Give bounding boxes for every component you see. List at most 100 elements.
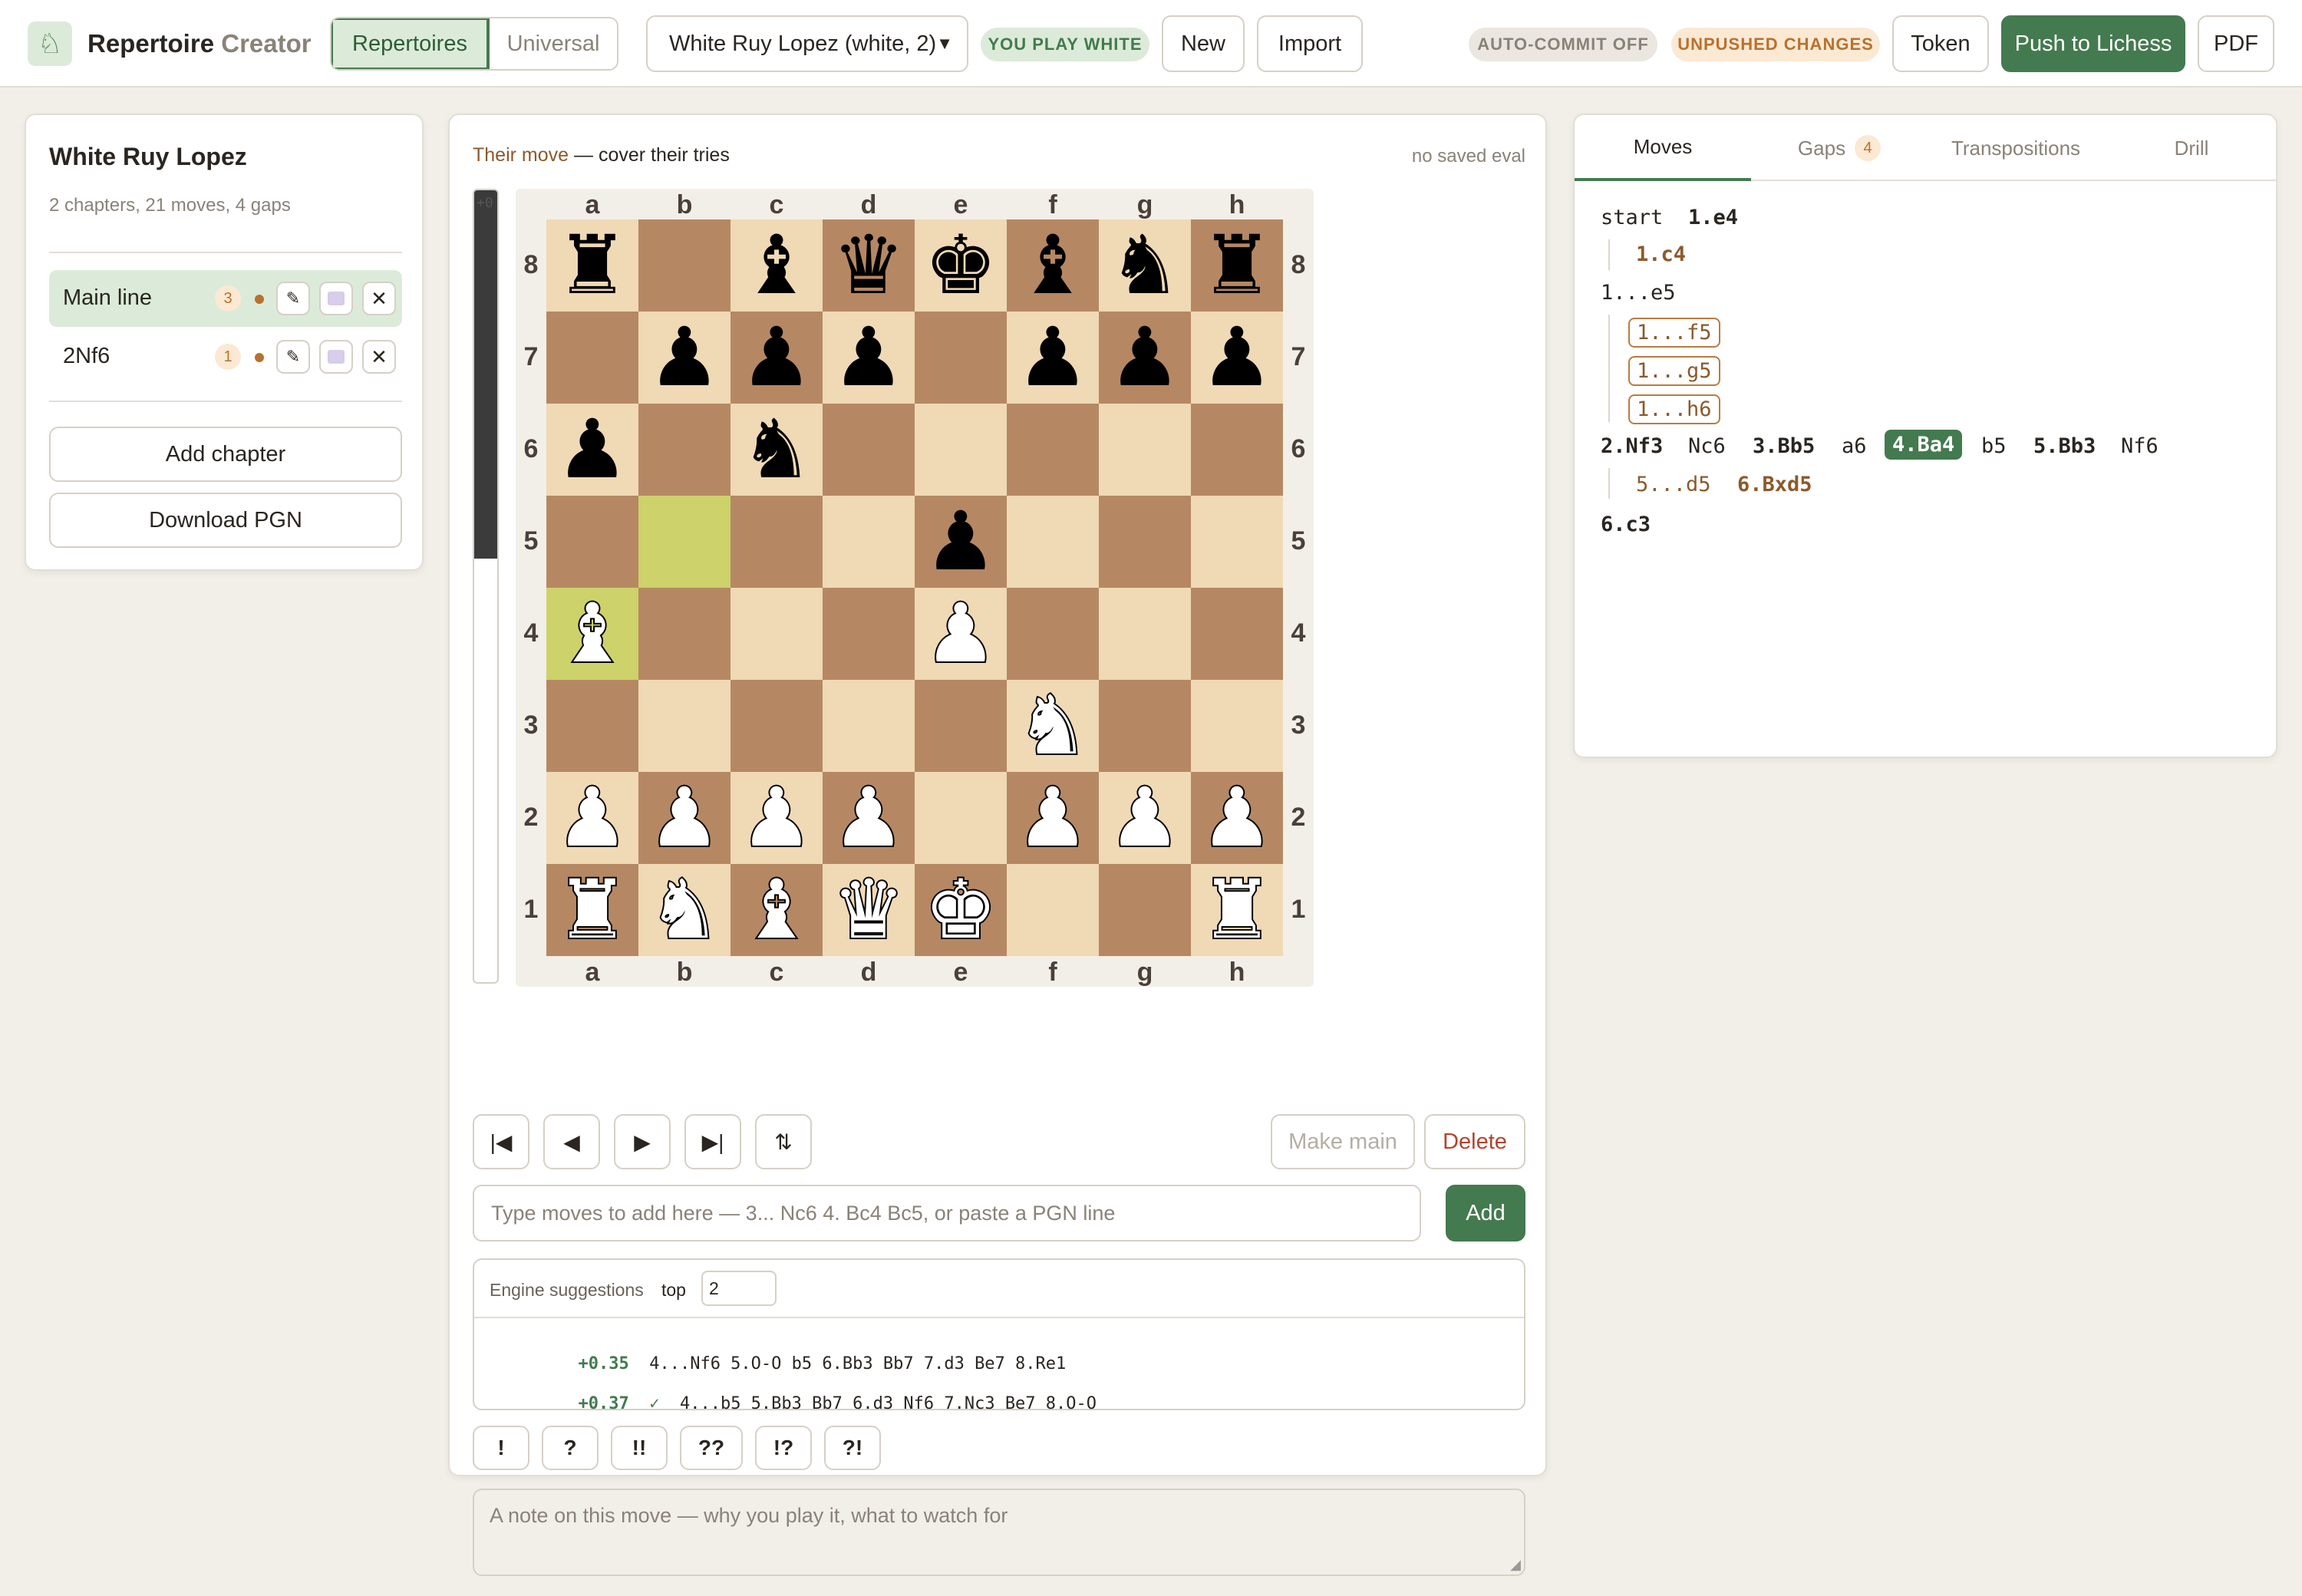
square-g5[interactable] bbox=[1099, 496, 1191, 588]
white-knight-icon[interactable]: ♞ bbox=[638, 864, 731, 956]
black-knight-icon[interactable]: ♞ bbox=[1099, 219, 1191, 312]
repertoire-select[interactable]: White Ruy Lopez (white, 2) ▼ bbox=[646, 15, 968, 72]
tree-move[interactable]: Nf6 bbox=[2121, 434, 2159, 458]
tree-move[interactable]: 1...e5 bbox=[1601, 281, 1676, 305]
square-h3[interactable] bbox=[1191, 680, 1283, 772]
edit-chapter-button[interactable]: ✎ bbox=[276, 282, 310, 315]
white-pawn-icon[interactable]: ♟ bbox=[823, 772, 915, 864]
delete-chapter-button[interactable]: ✕ bbox=[362, 340, 396, 374]
square-f4[interactable] bbox=[1007, 588, 1099, 680]
tree-move[interactable]: 6.c3 bbox=[1601, 513, 1651, 536]
black-pawn-icon[interactable]: ♟ bbox=[546, 404, 638, 496]
gap-move[interactable]: 1...h6 bbox=[1628, 394, 1720, 424]
square-g3[interactable] bbox=[1099, 680, 1191, 772]
engine-top-input[interactable]: 2 bbox=[701, 1271, 777, 1306]
gap-move[interactable]: 1...g5 bbox=[1628, 356, 1720, 386]
square-h6[interactable] bbox=[1191, 404, 1283, 496]
square-d4[interactable] bbox=[823, 588, 915, 680]
square-f6[interactable] bbox=[1007, 404, 1099, 496]
next-move-button[interactable]: ▶ bbox=[614, 1114, 671, 1169]
engine-line[interactable]: +0.37 ✓ 4...b5 5.Bb3 Bb7 6.d3 Nf6 7.Nc3 … bbox=[517, 1375, 1097, 1433]
square-g1[interactable] bbox=[1099, 864, 1191, 956]
white-bishop-icon[interactable]: ♝ bbox=[546, 588, 638, 680]
square-h5[interactable] bbox=[1191, 496, 1283, 588]
resize-handle-icon[interactable]: ◢ bbox=[1510, 1557, 1521, 1573]
flip-board-button[interactable]: ⇅ bbox=[755, 1114, 812, 1169]
square-b8[interactable] bbox=[638, 219, 731, 312]
white-rook-icon[interactable]: ♜ bbox=[1191, 864, 1283, 956]
black-pawn-icon[interactable]: ♟ bbox=[915, 496, 1007, 588]
chapter-item-main-line[interactable]: Main line 3 ✎ ✕ bbox=[49, 270, 402, 327]
chapter-item-2nf6[interactable]: 2Nf6 1 ✎ ✕ bbox=[49, 328, 402, 385]
square-e6[interactable] bbox=[915, 404, 1007, 496]
tab-universal[interactable]: Universal bbox=[490, 18, 617, 69]
black-rook-icon[interactable]: ♜ bbox=[1191, 219, 1283, 312]
add-move-button[interactable]: Add bbox=[1446, 1185, 1525, 1242]
tab-repertoires[interactable]: Repertoires bbox=[331, 18, 490, 69]
square-e2[interactable] bbox=[915, 772, 1007, 864]
square-a3[interactable] bbox=[546, 680, 638, 772]
tab-gaps[interactable]: Gaps 4 bbox=[1751, 115, 1928, 181]
edit-chapter-button[interactable]: ✎ bbox=[276, 340, 310, 374]
annotation-interesting-button[interactable]: !? bbox=[755, 1426, 812, 1470]
delete-move-button[interactable]: Delete bbox=[1424, 1114, 1525, 1169]
square-b5[interactable] bbox=[638, 496, 731, 588]
black-rook-icon[interactable]: ♜ bbox=[546, 219, 638, 312]
tab-drill[interactable]: Drill bbox=[2104, 115, 2279, 181]
tab-moves[interactable]: Moves bbox=[1575, 115, 1751, 181]
tree-move[interactable]: 6.Bxd5 bbox=[1737, 473, 1812, 496]
tab-transpositions[interactable]: Transpositions bbox=[1928, 115, 2104, 181]
annotation-good-button[interactable]: ! bbox=[473, 1426, 529, 1470]
square-e7[interactable] bbox=[915, 312, 1007, 404]
import-button[interactable]: Import bbox=[1257, 15, 1363, 72]
square-c5[interactable] bbox=[731, 496, 823, 588]
current-move[interactable]: 4.Ba4 bbox=[1885, 430, 1963, 460]
white-pawn-icon[interactable]: ♟ bbox=[1007, 772, 1099, 864]
color-chapter-button[interactable] bbox=[319, 340, 353, 374]
white-pawn-icon[interactable]: ♟ bbox=[731, 772, 823, 864]
annotation-blunder-button[interactable]: ?? bbox=[680, 1426, 743, 1470]
last-move-button[interactable]: ▶| bbox=[684, 1114, 741, 1169]
tree-move[interactable]: a6 bbox=[1842, 434, 1867, 458]
black-pawn-icon[interactable]: ♟ bbox=[731, 312, 823, 404]
square-g6[interactable] bbox=[1099, 404, 1191, 496]
first-move-button[interactable]: |◀ bbox=[473, 1114, 529, 1169]
new-button[interactable]: New bbox=[1162, 15, 1245, 72]
add-chapter-button[interactable]: Add chapter bbox=[49, 427, 402, 482]
square-a5[interactable] bbox=[546, 496, 638, 588]
square-e3[interactable] bbox=[915, 680, 1007, 772]
white-pawn-icon[interactable]: ♟ bbox=[1191, 772, 1283, 864]
square-c4[interactable] bbox=[731, 588, 823, 680]
tree-move[interactable]: 1.e4 bbox=[1688, 206, 1738, 229]
black-pawn-icon[interactable]: ♟ bbox=[823, 312, 915, 404]
annotation-dubious-button[interactable]: ?! bbox=[824, 1426, 881, 1470]
square-h4[interactable] bbox=[1191, 588, 1283, 680]
make-main-button[interactable]: Make main bbox=[1271, 1114, 1415, 1169]
move-input[interactable]: Type moves to add here — 3... Nc6 4. Bc4… bbox=[473, 1185, 1421, 1242]
square-f1[interactable] bbox=[1007, 864, 1099, 956]
black-knight-icon[interactable]: ♞ bbox=[731, 404, 823, 496]
black-queen-icon[interactable]: ♛ bbox=[823, 219, 915, 312]
black-pawn-icon[interactable]: ♟ bbox=[638, 312, 731, 404]
black-bishop-icon[interactable]: ♝ bbox=[1007, 219, 1099, 312]
white-king-icon[interactable]: ♚ bbox=[915, 864, 1007, 956]
move-note-textarea[interactable]: A note on this move — why you play it, w… bbox=[473, 1489, 1525, 1576]
tree-move[interactable]: Nc6 bbox=[1688, 434, 1726, 458]
black-king-icon[interactable]: ♚ bbox=[915, 219, 1007, 312]
white-knight-icon[interactable]: ♞ bbox=[1007, 680, 1099, 772]
color-chapter-button[interactable] bbox=[319, 282, 353, 315]
gap-move[interactable]: 1...f5 bbox=[1628, 318, 1720, 348]
square-b4[interactable] bbox=[638, 588, 731, 680]
tree-move[interactable]: 3.Bb5 bbox=[1753, 434, 1815, 458]
tree-move[interactable]: b5 bbox=[1981, 434, 2007, 458]
delete-chapter-button[interactable]: ✕ bbox=[362, 282, 396, 315]
annotation-brilliant-button[interactable]: !! bbox=[611, 1426, 668, 1470]
square-d6[interactable] bbox=[823, 404, 915, 496]
black-bishop-icon[interactable]: ♝ bbox=[731, 219, 823, 312]
black-pawn-icon[interactable]: ♟ bbox=[1191, 312, 1283, 404]
white-pawn-icon[interactable]: ♟ bbox=[638, 772, 731, 864]
tree-move[interactable]: 5.Bb3 bbox=[2033, 434, 2096, 458]
annotation-mistake-button[interactable]: ? bbox=[542, 1426, 599, 1470]
white-pawn-icon[interactable]: ♟ bbox=[1099, 772, 1191, 864]
square-a7[interactable] bbox=[546, 312, 638, 404]
